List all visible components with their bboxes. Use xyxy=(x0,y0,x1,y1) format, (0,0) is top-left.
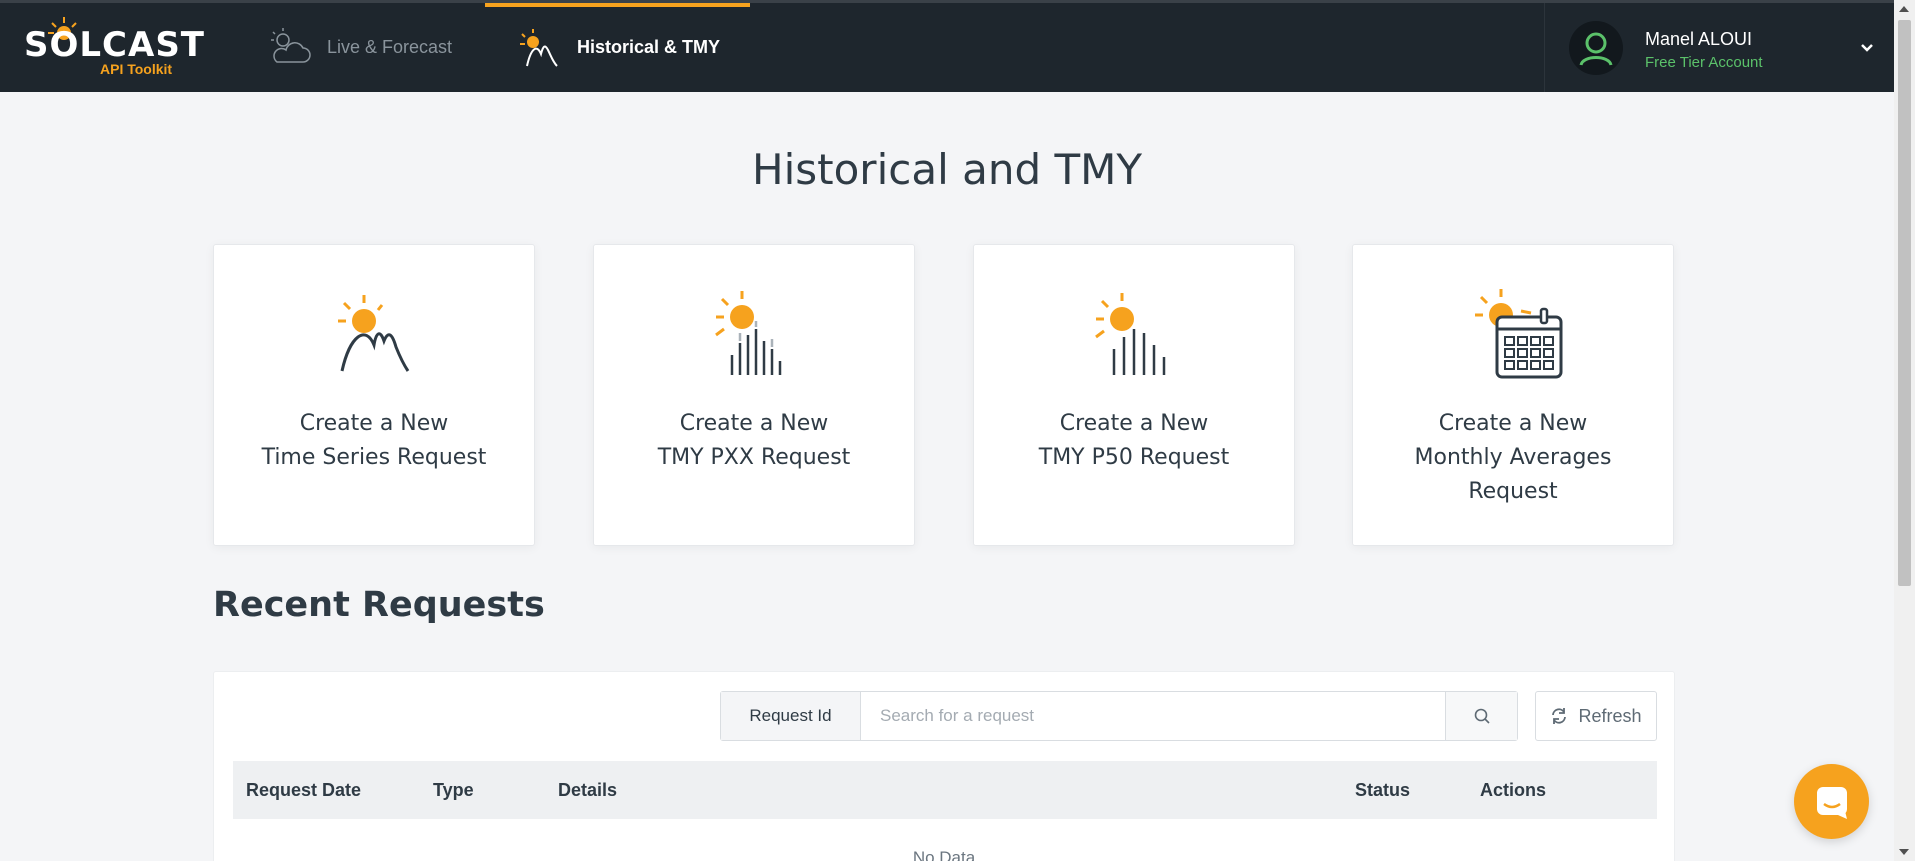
tmy-p50-request-card[interactable]: Create a New TMY P50 Request xyxy=(973,244,1295,546)
chat-icon xyxy=(1816,786,1847,819)
recent-requests-title: Recent Requests xyxy=(213,585,545,625)
tab-live-forecast[interactable]: Live & Forecast xyxy=(235,3,482,92)
page-title: Historical and TMY xyxy=(752,145,1142,194)
brand-subtitle: API Toolkit xyxy=(100,61,173,77)
tab-live-forecast-label: Live & Forecast xyxy=(327,37,453,57)
chevron-down-icon[interactable] xyxy=(1860,41,1874,55)
monthly-averages-request-card[interactable]: Create a New Monthly Averages Request xyxy=(1352,244,1674,546)
tab-historical-tmy[interactable]: Historical & TMY xyxy=(485,3,751,92)
calendar-icon xyxy=(1475,289,1563,379)
user-tier: Free Tier Account xyxy=(1645,54,1763,71)
user-menu[interactable]: Manel ALOUI Free Tier Account xyxy=(1544,3,1894,92)
chat-launcher-button[interactable] xyxy=(1794,764,1869,839)
refresh-icon xyxy=(1552,708,1567,724)
tab-historical-tmy-label: Historical & TMY xyxy=(577,37,721,57)
solcast-logo[interactable]: SOLCAST API Toolkit xyxy=(24,17,204,77)
scroll-thumb[interactable] xyxy=(1898,20,1911,586)
avatar xyxy=(1569,21,1623,75)
brand-name: SOLCAST xyxy=(24,25,206,65)
time-series-icon xyxy=(338,295,410,372)
column-request-date[interactable]: Request Date xyxy=(246,780,361,801)
tmy-pxx-request-label: Create a New TMY PXX Request xyxy=(657,411,851,470)
refresh-label: Refresh xyxy=(1578,705,1642,726)
column-status[interactable]: Status xyxy=(1355,780,1410,801)
column-details[interactable]: Details xyxy=(558,780,617,801)
scroll-down-arrow-icon[interactable] xyxy=(1899,849,1909,855)
table-header: Request Date Type Details Status Actions xyxy=(233,761,1657,819)
search-button[interactable] xyxy=(1445,692,1517,740)
page-scrollbar[interactable] xyxy=(1894,0,1915,861)
top-navbar: SOLCAST API Toolkit Live & Forecast Hist… xyxy=(0,0,1894,92)
column-actions[interactable]: Actions xyxy=(1480,780,1546,801)
search-input[interactable] xyxy=(861,692,1445,740)
request-search-group: Request Id xyxy=(720,691,1518,741)
refresh-button[interactable]: Refresh xyxy=(1535,691,1657,741)
tmy-p50-request-label: Create a New TMY P50 Request xyxy=(1038,411,1230,470)
cloud-sun-icon xyxy=(271,27,311,63)
tmy-pxx-request-card[interactable]: Create a New TMY PXX Request xyxy=(593,244,915,546)
time-series-request-label: Create a New Time Series Request xyxy=(261,411,487,470)
user-icon xyxy=(1579,32,1613,66)
search-icon xyxy=(1474,708,1490,724)
tmy-pxx-icon xyxy=(715,291,782,375)
monthly-averages-request-label: Create a New Monthly Averages Request xyxy=(1414,411,1612,504)
sun-mountain-icon xyxy=(520,28,558,67)
scroll-up-arrow-icon[interactable] xyxy=(1899,6,1909,12)
recent-requests-panel: Request Id Refresh Request Date Type Det… xyxy=(213,671,1675,861)
column-type[interactable]: Type xyxy=(433,780,474,801)
search-field-label: Request Id xyxy=(721,692,861,740)
empty-state-text: No Data xyxy=(912,848,976,861)
time-series-request-card[interactable]: Create a New Time Series Request xyxy=(213,244,535,546)
user-name: Manel ALOUI xyxy=(1645,29,1753,49)
tmy-p50-icon xyxy=(1095,293,1166,375)
